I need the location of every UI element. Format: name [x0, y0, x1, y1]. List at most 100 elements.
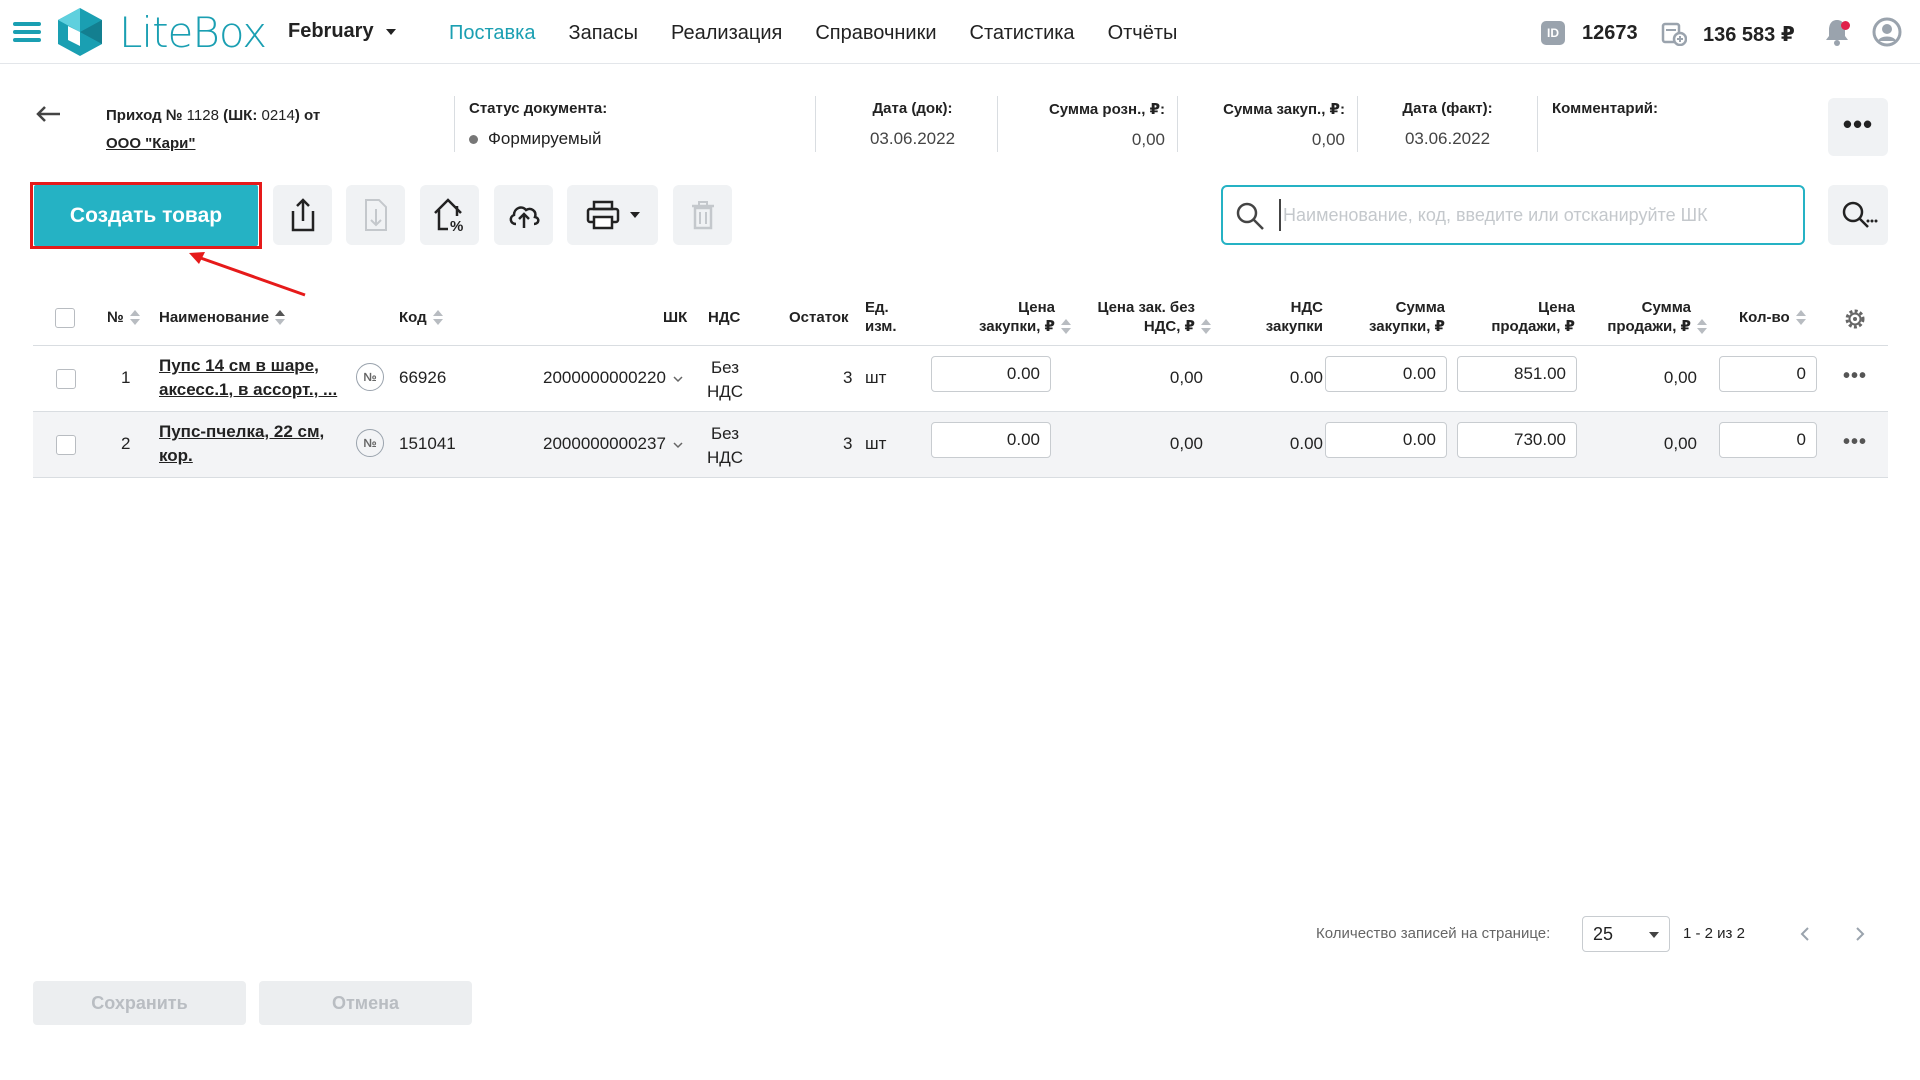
print-button[interactable] [567, 185, 658, 245]
serial-number-icon[interactable]: № [356, 429, 384, 457]
supplier-link[interactable]: ООО "Кари" [106, 135, 195, 152]
cloud-upload-button[interactable] [494, 185, 553, 245]
product-search [1221, 185, 1805, 245]
notification-dot [1841, 21, 1850, 30]
export-button[interactable] [273, 185, 332, 245]
share-upload-icon [291, 198, 314, 232]
row-checkbox[interactable] [56, 369, 76, 389]
nav-item-sales[interactable]: Реализация [671, 0, 782, 64]
nav-item-supply[interactable]: Поставка [449, 0, 536, 64]
gear-icon[interactable] [1843, 307, 1867, 331]
printer-icon [586, 200, 619, 230]
top-bar: LiteBox February Поставка Запасы Реализа… [0, 0, 1920, 64]
document-barcode: 0214 [261, 107, 295, 124]
quantity-input[interactable]: 0 [1719, 422, 1817, 458]
col-sale-sum[interactable]: Сумма продажи, ₽ [1575, 298, 1707, 336]
purchase-price-input[interactable]: 0.00 [931, 356, 1051, 392]
row-more-button[interactable]: ••• [1843, 366, 1869, 390]
col-code[interactable]: Код [399, 308, 443, 327]
col-purchase-price-novat[interactable]: Цена зак. без НДС, ₽ [1071, 298, 1211, 336]
chevron-down-icon [1649, 932, 1659, 938]
sale-price-input[interactable]: 730.00 [1457, 422, 1577, 458]
table-header: № Наименование Код ШК НДС Остаток Ед. из… [33, 284, 1888, 346]
product-stock: 3 [843, 434, 853, 453]
select-all-checkbox[interactable] [55, 308, 75, 328]
purchase-sum-input[interactable]: 0.00 [1325, 356, 1447, 392]
advanced-search-button[interactable] [1828, 185, 1888, 245]
brand-name: LiteBox [119, 8, 267, 57]
col-qty[interactable]: Кол-во [1739, 308, 1806, 327]
col-num[interactable]: № [107, 308, 140, 327]
sort-icon [1061, 319, 1071, 335]
title-suffix: ) от [294, 107, 321, 124]
account-id: 12673 [1582, 22, 1638, 44]
product-barcode[interactable]: 2000000000237 [543, 434, 683, 454]
save-button[interactable]: Сохранить [33, 981, 246, 1025]
comment-field: Комментарий: [1552, 100, 1658, 129]
divider [454, 96, 455, 152]
create-product-button[interactable]: Создать товар [34, 185, 258, 246]
nav-item-reports[interactable]: Отчёты [1108, 0, 1178, 64]
per-page-select[interactable]: 25 [1582, 916, 1670, 952]
product-stock: 3 [843, 368, 853, 387]
product-name-link[interactable]: Пупс 14 см в шаре, аксесс.1, в ассорт., … [159, 354, 337, 402]
markup-button[interactable]: % [420, 185, 479, 245]
table-row[interactable]: 1 Пупс 14 см в шаре, аксесс.1, в ассорт.… [33, 346, 1888, 412]
divider [1537, 96, 1538, 152]
col-name[interactable]: Наименование [159, 308, 286, 327]
comment-label: Комментарий: [1552, 100, 1659, 117]
sort-icon [1201, 319, 1211, 335]
product-vat: Без НДС [706, 424, 744, 467]
nav-item-references[interactable]: Справочники [815, 0, 936, 64]
product-name-link[interactable]: Пупс-пчелка, 22 см, кор. [159, 420, 324, 468]
sale-sum: 0,00 [1663, 434, 1697, 453]
file-download-icon [364, 199, 387, 231]
status-field: Статус документа: Формируемый [469, 100, 607, 149]
import-button[interactable] [346, 185, 405, 245]
user-avatar-icon[interactable] [1872, 17, 1902, 47]
delete-button[interactable] [673, 185, 732, 245]
purchase-sum-field: Сумма закуп., ₽: 0,00 [1183, 100, 1345, 150]
status-label: Статус документа: [469, 100, 608, 117]
menu-icon[interactable] [13, 22, 41, 42]
store-selector[interactable]: February [288, 20, 396, 43]
sale-sum: 0,00 [1663, 368, 1697, 387]
col-vat-purchase: НДС закупки [1265, 299, 1323, 335]
col-purchase-sum: Сумма закупки, ₽ [1368, 299, 1445, 335]
document-more-button[interactable]: ••• [1828, 98, 1888, 156]
product-barcode[interactable]: 2000000000220 [543, 368, 683, 388]
sort-asc-icon [275, 310, 286, 326]
table-row[interactable]: 2 Пупс-пчелка, 22 см, кор. № 151041 2000… [33, 412, 1888, 478]
purchase-sum-input[interactable]: 0.00 [1325, 422, 1447, 458]
col-purchase-price[interactable]: Цена закупки, ₽ [931, 298, 1071, 336]
divider [1177, 96, 1178, 152]
id-icon: ID [1541, 21, 1565, 45]
serial-number-icon[interactable]: № [356, 363, 384, 391]
quantity-input[interactable]: 0 [1719, 356, 1817, 392]
nav-item-stock[interactable]: Запасы [569, 0, 639, 64]
search-input[interactable] [1279, 199, 1789, 231]
divider [815, 96, 816, 152]
next-page-icon[interactable] [1850, 924, 1870, 944]
purchase-price-novat: 0,00 [1169, 434, 1203, 453]
purchase-price-input[interactable]: 0.00 [931, 422, 1051, 458]
prev-page-icon[interactable] [1795, 924, 1815, 944]
retail-sum-field: Сумма розн., ₽: 0,00 [1005, 100, 1165, 150]
sort-icon [432, 310, 443, 326]
col-stock: Остаток [789, 309, 849, 326]
cancel-button[interactable]: Отмена [259, 981, 472, 1025]
date-doc-value[interactable]: 03.06.2022 [830, 129, 995, 149]
sale-price-input[interactable]: 851.00 [1457, 356, 1577, 392]
litebox-logo-icon[interactable] [54, 6, 106, 58]
back-arrow-icon[interactable] [36, 104, 62, 124]
row-checkbox[interactable] [56, 435, 76, 455]
store-name: February [288, 20, 374, 42]
per-page-label: Количество записей на странице: [1316, 925, 1551, 942]
purchase-sum-label: Сумма закуп., ₽: [1223, 101, 1345, 118]
nav-item-statistics[interactable]: Статистика [970, 0, 1075, 64]
product-unit: шт [865, 368, 887, 387]
title-prefix: Приход № [106, 107, 183, 124]
status-dot [469, 135, 478, 145]
row-more-button[interactable]: ••• [1843, 432, 1869, 456]
date-fact-value[interactable]: 03.06.2022 [1365, 129, 1530, 149]
